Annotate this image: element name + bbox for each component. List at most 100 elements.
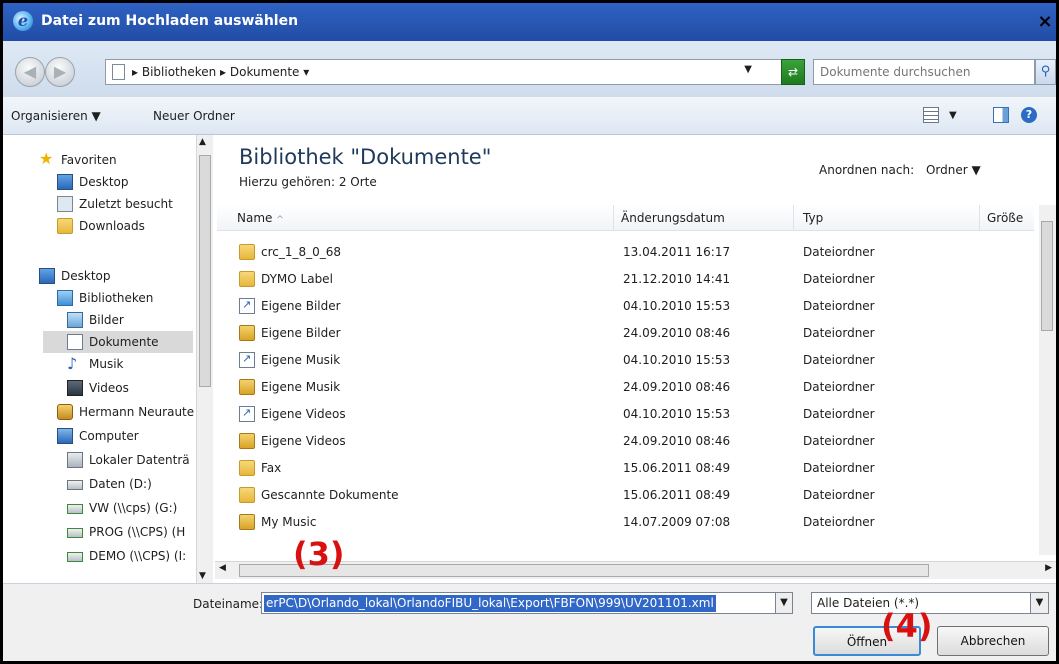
address-field[interactable]: ▸ Bibliotheken ▸ Dokumente ▾ ▼ [105,59,805,85]
nav-drive-d[interactable]: Daten (D:) [67,473,197,495]
filename-dropdown-icon[interactable]: ▼ [775,592,793,614]
navigation-pane: ★ Favoriten Desktop Zuletzt besucht Down… [3,135,213,583]
file-date: 13.04.2011 16:17 [623,245,731,259]
network-drive-icon [67,528,83,538]
file-name: Eigene Videos [261,407,346,421]
nav-drive-g[interactable]: VW (\\cps) (G:) [67,497,197,519]
scroll-right-icon[interactable]: ▶ [1045,563,1052,573]
arrange-value[interactable]: Ordner ▼ [926,163,981,177]
breadcrumb[interactable]: ▸ Bibliotheken ▸ Dokumente ▾ [132,65,309,79]
file-row[interactable]: Gescannte Dokumente 15.06.2011 08:49 Datei… [217,482,1034,509]
preview-pane-icon[interactable] [993,107,1009,123]
nav-recent[interactable]: Zuletzt besucht [57,193,197,215]
filename-label: Dateiname: [193,597,264,611]
column-size[interactable]: Größe [987,211,1023,225]
file-type: Dateiordner [803,245,875,259]
recent-places-icon [57,196,73,212]
refresh-button[interactable]: ⇄ [781,59,805,85]
scroll-left-icon[interactable]: ◀ [219,563,226,573]
document-icon [112,64,125,80]
nav-scroll-thumb[interactable] [199,155,211,387]
nav-documents[interactable]: Dokumente [43,331,193,353]
nav-favorites[interactable]: ★ Favoriten [39,149,189,171]
column-date[interactable]: Änderungsdatum [621,211,725,225]
locked-folder-icon [239,379,255,395]
desktop-icon [39,268,55,284]
address-bar: ◀ ▶ ▸ Bibliotheken ▸ Dokumente ▾ ▼ ⇄ ⚲ [3,41,1056,97]
address-dropdown-icon[interactable]: ▼ [744,64,752,75]
column-type[interactable]: Typ [803,211,823,225]
file-list-scrollbar[interactable] [1039,205,1056,555]
file-row[interactable]: Fax 15.06.2011 08:49 Dateiordner [217,455,1034,482]
nav-scrollbar[interactable]: ▲ ▼ [196,135,213,583]
nav-drive-i[interactable]: DEMO (\\CPS) (I: [67,545,193,567]
help-icon[interactable]: ? [1021,107,1037,123]
arrange-label: Anordnen nach: [819,163,915,177]
file-row[interactable]: My Music 14.07.2009 07:08 Dateiordner [217,509,1034,536]
arrange-by[interactable]: Anordnen nach: Ordner ▼ [819,163,981,177]
annotation-3: (3) [293,535,345,573]
filename-input[interactable]: erPC\D\Orlando_lokal\OrlandoFIBU_lokal\E… [261,592,781,614]
view-options-icon[interactable] [923,107,939,123]
filename-value[interactable]: erPC\D\Orlando_lokal\OrlandoFIBU_lokal\E… [264,595,716,612]
user-icon [57,404,73,420]
file-date: 24.09.2010 08:46 [623,434,731,448]
view-dropdown-icon[interactable]: ▼ [949,110,957,121]
computer-icon [57,428,73,444]
nav-pictures[interactable]: Bilder [67,309,197,331]
nav-desktop[interactable]: Desktop [39,265,195,287]
file-name: My Music [261,515,317,529]
scroll-up-icon[interactable]: ▲ [199,137,206,147]
shortcut-folder-icon [239,298,255,314]
scroll-down-icon[interactable]: ▼ [199,571,206,581]
back-button[interactable]: ◀ [15,57,45,87]
filter-dropdown-icon[interactable]: ▼ [1030,593,1048,613]
folder-icon [239,487,255,503]
file-type: Dateiordner [803,515,875,529]
organize-button[interactable]: Organisieren ▼ [11,109,101,123]
file-list-pane: Bibliothek "Dokumente" Hierzu gehören: 2… [213,135,1056,583]
nav-user[interactable]: Hermann Neuraute [57,401,197,423]
file-type: Dateiordner [803,326,875,340]
file-name: Eigene Bilder [261,299,341,313]
file-type: Dateiordner [803,488,875,502]
nav-libraries[interactable]: Bibliotheken [57,287,197,309]
file-row[interactable]: Eigene Musik 04.10.2010 15:53 Dateiordner [217,347,1034,374]
file-row[interactable]: Eigene Bilder 04.10.2010 15:53 Dateiordner [217,293,1034,320]
file-row[interactable]: Eigene Videos 24.09.2010 08:46 Dateiordner [217,428,1034,455]
file-row[interactable]: Eigene Bilder 24.09.2010 08:46 Dateiordner [217,320,1034,347]
file-row[interactable]: crc_1_8_0_68 13.04.2011 16:17 Dateiordner [217,239,1034,266]
file-type: Dateiordner [803,461,875,475]
file-row[interactable]: DYMO Label 21.12.2010 14:41 Dateiordner [217,266,1034,293]
nav-videos[interactable]: Videos [67,377,197,399]
file-date: 15.06.2011 08:49 [623,461,731,475]
nav-local-drive[interactable]: Lokaler Datenträ [67,449,197,471]
nav-desktop-fav[interactable]: Desktop [57,171,197,193]
nav-drive-h[interactable]: PROG (\\CPS) (H [67,521,197,543]
downloads-folder-icon [57,218,73,234]
window-title: Datei zum Hochladen auswählen [41,13,299,29]
file-list-scroll-thumb[interactable] [1041,221,1053,331]
file-row[interactable]: Eigene Videos 04.10.2010 15:53 Dateiordner [217,401,1034,428]
file-type: Dateiordner [803,407,875,421]
nav-computer[interactable]: Computer [57,425,197,447]
file-name: crc_1_8_0_68 [261,245,342,259]
file-name: Eigene Videos [261,434,346,448]
file-date: 04.10.2010 15:53 [623,299,731,313]
locked-folder-icon [239,433,255,449]
forward-button[interactable]: ▶ [45,57,75,87]
column-name[interactable]: Name ^ [237,211,284,225]
nav-downloads[interactable]: Downloads [57,215,197,237]
search-icon[interactable]: ⚲ [1035,59,1056,85]
library-subtitle[interactable]: Hierzu gehören: 2 Orte [239,175,377,189]
folder-icon [239,244,255,260]
file-row[interactable]: Eigene Musik 24.09.2010 08:46 Dateiordner [217,374,1034,401]
search-input[interactable] [813,59,1035,85]
file-name: Fax [261,461,282,475]
close-button[interactable]: × [1034,11,1056,33]
pictures-icon [67,312,83,328]
new-folder-button[interactable]: Neuer Ordner [153,109,235,123]
cancel-button[interactable]: Abbrechen [937,626,1049,656]
nav-music[interactable]: ♪ Musik [67,353,197,375]
local-drive-icon [67,452,83,468]
